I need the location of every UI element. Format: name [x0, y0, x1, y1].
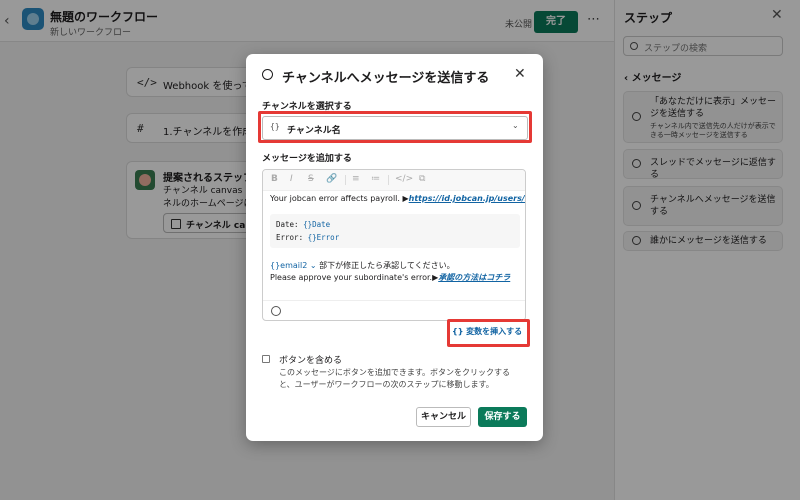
variable-token-error[interactable]: {}Error	[308, 233, 340, 242]
message-text: Please approve your subordinate's error.…	[270, 273, 439, 282]
highlight-box-insert-variable	[447, 319, 530, 347]
include-button-desc: このメッセージにボタンを追加できます。ボタンをクリックする	[279, 368, 511, 377]
include-button-desc: と、ユーザーがワークフローの次のステップに移動します。	[279, 380, 494, 389]
code-block: Date: {}Date Error: {}Error	[270, 214, 520, 248]
message-field-label: メッセージを追加する	[262, 154, 352, 164]
variable-token-date[interactable]: {}Date	[303, 220, 330, 229]
close-icon[interactable]: ✕	[514, 66, 526, 82]
message-text: 部下が修正したら承認してください。	[316, 261, 455, 270]
highlight-box-channel	[258, 111, 532, 143]
code-block-icon[interactable]: ⧉	[419, 174, 425, 184]
code-label: Error:	[276, 233, 308, 242]
toolbar-divider	[345, 175, 346, 185]
include-button-checkbox[interactable]	[262, 355, 270, 363]
toolbar-divider	[388, 175, 389, 185]
emoji-icon[interactable]	[271, 306, 281, 316]
code-row: Date: {}Date	[276, 220, 330, 229]
code-icon[interactable]: </>	[395, 174, 413, 184]
save-button[interactable]: 保存する	[478, 407, 527, 427]
include-button-label: ボタンを含める	[279, 356, 343, 366]
code-label: Date:	[276, 220, 304, 229]
bold-icon[interactable]: B	[271, 174, 278, 184]
dialog-title: チャンネルへメッセージを送信する	[282, 71, 490, 86]
strikethrough-icon[interactable]: S	[308, 174, 314, 184]
message-editor[interactable]: B I S 🔗 ≡ ≔ </> ⧉ Your jobcan error affe…	[262, 169, 526, 321]
italic-icon[interactable]: I	[290, 174, 293, 184]
message-text: Your jobcan error affects payroll. ▶	[270, 194, 409, 203]
message-line: {}email2 ⌄ 部下が修正したら承認してください。	[270, 260, 455, 271]
login-link[interactable]: https://id.jobcan.jp/users/sign_in	[409, 194, 525, 203]
message-icon	[262, 69, 273, 80]
approval-howto-link[interactable]: 承認の方法はコチラ	[438, 273, 510, 282]
cancel-button[interactable]: キャンセル	[416, 407, 471, 427]
code-row: Error: {}Error	[276, 233, 339, 242]
bulleted-list-icon[interactable]: ≔	[371, 174, 380, 184]
send-message-dialog: チャンネルへメッセージを送信する ✕ チャンネルを選択する {} チャンネル名 …	[246, 54, 543, 441]
message-line: Your jobcan error affects payroll. ▶http…	[270, 194, 525, 203]
message-line: Please approve your subordinate's error.…	[270, 272, 510, 283]
formatting-toolbar: B I S 🔗 ≡ ≔ </> ⧉	[263, 170, 525, 191]
variable-token-email2[interactable]: {}email2 ⌄	[270, 261, 317, 270]
numbered-list-icon[interactable]: ≡	[352, 174, 360, 184]
link-icon[interactable]: 🔗	[326, 174, 337, 184]
editor-footer	[263, 300, 525, 320]
